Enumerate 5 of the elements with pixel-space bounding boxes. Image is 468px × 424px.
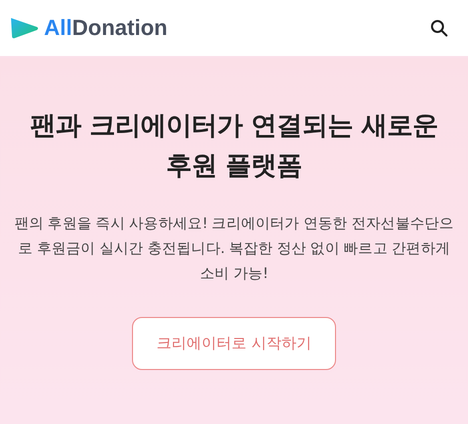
- logo-text[interactable]: AllDonation: [44, 15, 168, 41]
- hero-description: 팬의 후원을 즉시 사용하세요! 크리에이터가 연동한 전자선불수단으로 후원금이 실시간 충전됩니다. 복잡한 정산 없이 빠르고 간편하게 소비 가능!: [13, 215, 455, 284]
- play-logo-icon: [9, 16, 39, 40]
- search-icon: [430, 19, 448, 37]
- hero-title: 팬과 크리에이터가 연결되는 새로운 후원 플랫폼: [28, 110, 440, 183]
